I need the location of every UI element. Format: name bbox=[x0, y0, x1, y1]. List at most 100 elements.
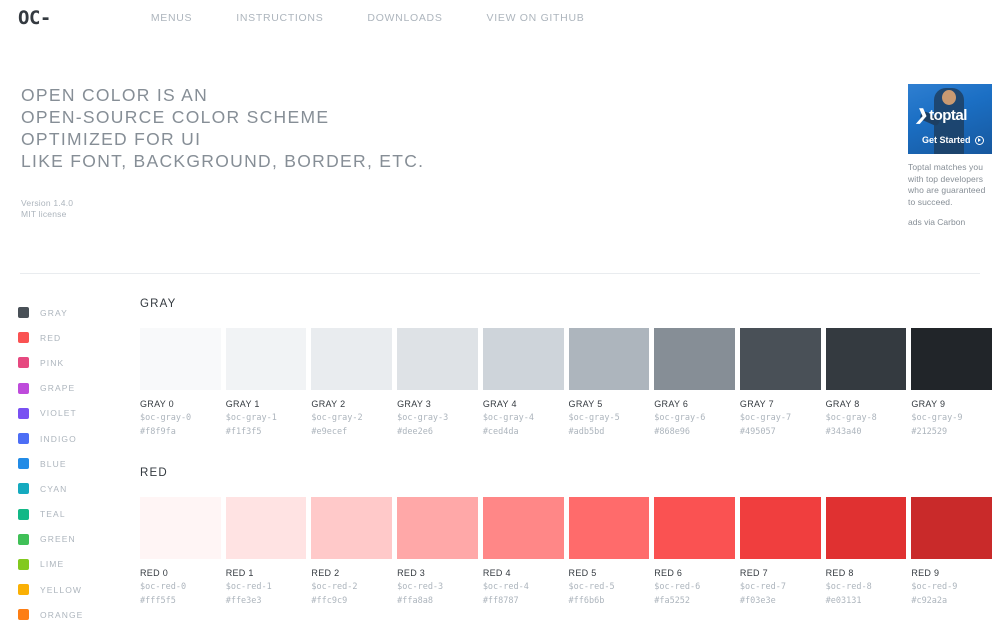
swatch-cell[interactable]: GRAY 4 $oc-gray-4 #ced4da bbox=[482, 328, 564, 437]
swatch-cell[interactable]: GRAY 2 $oc-gray-2 #e9ecef bbox=[311, 328, 393, 437]
swatch-color-box[interactable] bbox=[654, 328, 735, 390]
swatch-cell[interactable]: GRAY 1 $oc-gray-1 #f1f3f5 bbox=[225, 328, 307, 437]
swatch-name: GRAY 2 bbox=[311, 399, 346, 409]
swatch-color-box[interactable] bbox=[739, 328, 821, 390]
swatch-variable: $oc-red-7 bbox=[739, 582, 786, 592]
swatch-variable: $oc-red-3 bbox=[397, 582, 444, 592]
swatch-hex: #ff6b6b bbox=[568, 596, 605, 606]
swatch-hex: #ffe3e3 bbox=[225, 596, 262, 606]
swatch-hex: #ffa8a8 bbox=[397, 596, 433, 606]
sidebar-item-red[interactable]: RED bbox=[18, 325, 128, 350]
nav-menus[interactable]: MENUS bbox=[151, 12, 192, 24]
sidebar-item-grape[interactable]: GRAPE bbox=[18, 376, 128, 401]
swatch-color-box[interactable] bbox=[911, 328, 993, 390]
swatch-cell[interactable]: RED 9 $oc-red-9 #c92a2a bbox=[911, 497, 993, 606]
swatch-hex: #fa5252 bbox=[654, 596, 691, 606]
sidebar-item-indigo[interactable]: INDIGO bbox=[18, 426, 128, 451]
swatch-meta: GRAY 4 $oc-gray-4 #ced4da bbox=[483, 390, 564, 437]
sidebar-item-label: VIOLET bbox=[40, 408, 77, 419]
swatch-color-box[interactable] bbox=[654, 497, 735, 559]
swatch-meta: RED 1 $oc-red-1 #ffe3e3 bbox=[226, 559, 307, 606]
swatch-color-box[interactable] bbox=[397, 328, 478, 390]
swatch-variable: $oc-red-4 bbox=[482, 582, 529, 592]
swatch-cell[interactable]: RED 3 $oc-red-3 #ffa8a8 bbox=[397, 497, 478, 606]
swatch-cell[interactable]: RED 0 $oc-red-0 #fff5f5 bbox=[140, 497, 221, 606]
sidebar-item-label: CYAN bbox=[40, 483, 68, 494]
swatch-name: RED 9 bbox=[911, 568, 940, 578]
hero-heading: OPEN COLOR IS AN OPEN-SOURCE COLOR SCHEME… bbox=[21, 84, 424, 172]
carbon-ad[interactable]: ❯toptal Get Started Toptal matches you w… bbox=[908, 84, 992, 227]
swatch-cell[interactable]: GRAY 5 $oc-gray-5 #adb5bd bbox=[568, 328, 650, 437]
swatch-variable: $oc-gray-0 bbox=[140, 413, 192, 423]
swatch-color-box[interactable] bbox=[397, 497, 478, 559]
swatch-cell[interactable]: GRAY 9 $oc-gray-9 #212529 bbox=[911, 328, 993, 437]
swatch-cell[interactable]: GRAY 8 $oc-gray-8 #343a40 bbox=[825, 328, 907, 437]
swatch-color-box[interactable] bbox=[568, 497, 650, 559]
swatch-color-box[interactable] bbox=[225, 497, 307, 559]
swatch-cell[interactable]: RED 2 $oc-red-2 #ffc9c9 bbox=[311, 497, 393, 606]
swatch-cell[interactable]: GRAY 7 $oc-gray-7 #495057 bbox=[739, 328, 821, 437]
site-logo[interactable]: OC- bbox=[18, 7, 51, 29]
swatch-color-box[interactable] bbox=[311, 328, 393, 390]
hero-line: OPEN-SOURCE COLOR SCHEME bbox=[21, 107, 330, 127]
sidebar-item-label: YELLOW bbox=[40, 584, 83, 595]
swatch-color-box[interactable] bbox=[739, 497, 821, 559]
swatch-color-box[interactable] bbox=[825, 497, 907, 559]
swatch-variable: $oc-gray-1 bbox=[225, 413, 277, 423]
swatch-meta: GRAY 0 $oc-gray-0 #f8f9fa bbox=[140, 390, 221, 437]
swatch-color-box[interactable] bbox=[311, 497, 393, 559]
palette-section-gray: GRAY GRAY 0 $oc-gray-0 #f8f9fa GRAY 1 $oc-gra… bbox=[140, 298, 993, 437]
swatch-cell[interactable]: RED 7 $oc-red-7 #f03e3e bbox=[739, 497, 821, 606]
sidebar-item-lime[interactable]: LIME bbox=[18, 552, 128, 577]
ad-attribution[interactable]: ads via Carbon bbox=[908, 217, 992, 227]
sidebar-item-blue[interactable]: BLUE bbox=[18, 451, 128, 476]
swatch-color-box[interactable] bbox=[482, 328, 564, 390]
color-chip-icon bbox=[18, 609, 29, 621]
swatch-color-box[interactable] bbox=[140, 328, 221, 390]
swatch-name: GRAY 6 bbox=[654, 399, 689, 409]
ad-cta-button[interactable]: Get Started bbox=[922, 135, 984, 145]
navbar: OC- MENUS INSTRUCTIONS DOWNLOADS VIEW ON GI… bbox=[0, 0, 1000, 36]
swatch-color-box[interactable] bbox=[911, 497, 993, 559]
sidebar-item-violet[interactable]: VIOLET bbox=[18, 401, 128, 426]
swatch-name: GRAY 0 bbox=[140, 399, 174, 409]
swatch-name: RED 7 bbox=[739, 568, 768, 578]
section-divider bbox=[20, 273, 980, 274]
swatch-cell[interactable]: RED 1 $oc-red-1 #ffe3e3 bbox=[225, 497, 307, 606]
sidebar-item-teal[interactable]: TEAL bbox=[18, 502, 128, 527]
sidebar-item-yellow[interactable]: YELLOW bbox=[18, 577, 128, 602]
swatch-cell[interactable]: RED 6 $oc-red-6 #fa5252 bbox=[654, 497, 735, 606]
swatch-name: RED 0 bbox=[140, 568, 169, 578]
sidebar-item-label: GRAY bbox=[40, 307, 68, 318]
sidebar-item-orange[interactable]: ORANGE bbox=[18, 602, 128, 627]
swatch-cell[interactable]: RED 5 $oc-red-5 #ff6b6b bbox=[568, 497, 650, 606]
swatch-meta: RED 6 $oc-red-6 #fa5252 bbox=[654, 559, 735, 606]
swatch-cell[interactable]: GRAY 6 $oc-gray-6 #868e96 bbox=[654, 328, 735, 437]
swatch-color-box[interactable] bbox=[825, 328, 907, 390]
sidebar-item-cyan[interactable]: CYAN bbox=[18, 476, 128, 501]
nav-instructions[interactable]: INSTRUCTIONS bbox=[236, 12, 323, 24]
swatch-meta: RED 2 $oc-red-2 #ffc9c9 bbox=[311, 559, 392, 606]
swatch-hex: #f03e3e bbox=[739, 596, 776, 606]
color-chip-icon bbox=[18, 357, 29, 369]
nav-downloads[interactable]: DOWNLOADS bbox=[367, 12, 442, 24]
swatch-cell[interactable]: GRAY 0 $oc-gray-0 #f8f9fa bbox=[140, 328, 221, 437]
swatch-cell[interactable]: RED 8 $oc-red-8 #e03131 bbox=[825, 497, 907, 606]
color-chip-icon bbox=[18, 558, 29, 570]
swatch-variable: $oc-red-5 bbox=[568, 582, 615, 592]
swatch-color-box[interactable] bbox=[225, 328, 307, 390]
swatch-color-box[interactable] bbox=[568, 328, 650, 390]
nav-links: MENUS INSTRUCTIONS DOWNLOADS VIEW ON GITHUB bbox=[151, 12, 585, 24]
swatch-color-box[interactable] bbox=[482, 497, 564, 559]
swatch-color-box[interactable] bbox=[140, 497, 221, 559]
ad-image[interactable]: ❯toptal Get Started bbox=[908, 84, 992, 154]
sidebar-item-green[interactable]: GREEN bbox=[18, 527, 128, 552]
sidebar-item-gray[interactable]: GRAY bbox=[18, 300, 128, 325]
swatch-cell[interactable]: RED 4 $oc-red-4 #ff8787 bbox=[482, 497, 564, 606]
sidebar-item-pink[interactable]: PINK bbox=[18, 350, 128, 375]
swatch-name: GRAY 9 bbox=[911, 399, 946, 409]
swatch-name: RED 2 bbox=[311, 568, 340, 578]
nav-view-on-github[interactable]: VIEW ON GITHUB bbox=[487, 12, 585, 24]
swatch-cell[interactable]: GRAY 3 $oc-gray-3 #dee2e6 bbox=[397, 328, 478, 437]
license-text: MIT license bbox=[21, 209, 67, 219]
